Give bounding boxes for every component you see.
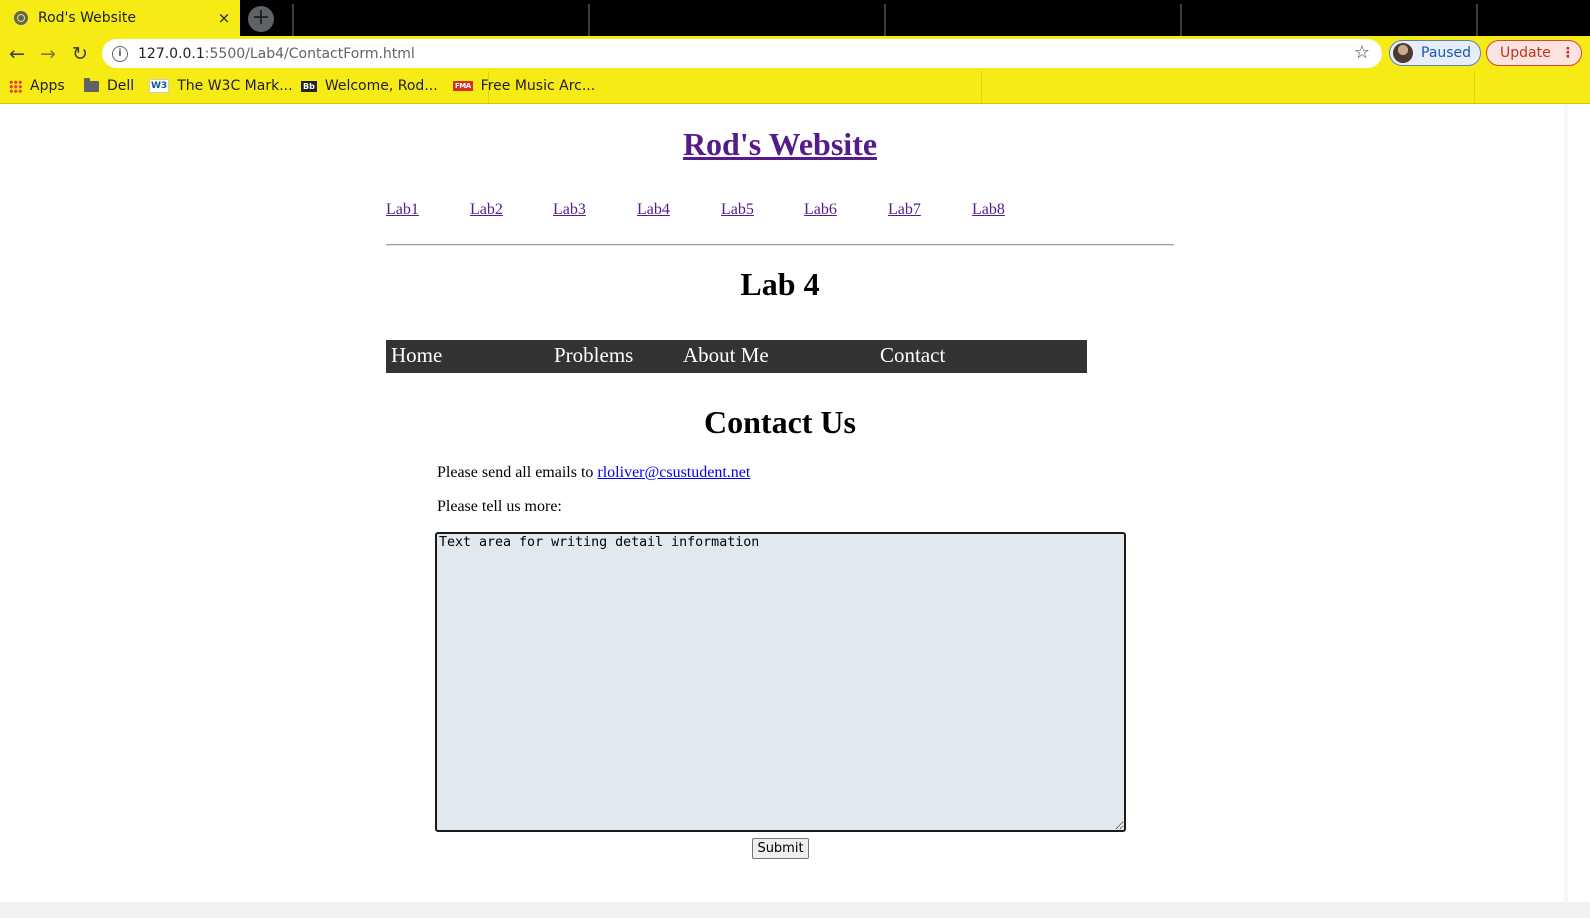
lab5-link[interactable]: Lab5	[721, 201, 754, 219]
lab1-link[interactable]: Lab1	[386, 201, 419, 219]
menu-bar: Home Problems About Me Contact	[386, 340, 1087, 373]
lab2-link[interactable]: Lab2	[470, 201, 503, 219]
bookmark-label: Welcome, Rod...	[324, 78, 438, 94]
tab-separator	[884, 4, 886, 36]
bookmark-w3c[interactable]: W3 The W3C Mark...	[149, 78, 293, 94]
email-link[interactable]: rloliver@csustudent.net	[597, 464, 750, 481]
tell-more-label: Please tell us more:	[437, 498, 562, 515]
fma-icon: FMA	[453, 81, 473, 91]
reload-button[interactable]: ↻	[66, 40, 94, 68]
bookmark-label: Free Music Arc...	[480, 78, 596, 94]
bookmark-separator	[488, 71, 489, 103]
info-icon[interactable]: i	[112, 45, 128, 62]
submit-button[interactable]: Submit	[752, 838, 809, 859]
globe-icon	[14, 11, 28, 25]
tab-strip: Rod's Website × +	[0, 0, 1590, 36]
bookmark-star-icon[interactable]: ☆	[1354, 42, 1370, 63]
blackboard-icon: Bb	[301, 80, 317, 92]
lab3-link[interactable]: Lab3	[553, 201, 586, 219]
bookmark-free-music[interactable]: FMA Free Music Arc...	[453, 78, 595, 94]
folder-icon	[84, 77, 99, 92]
w3c-icon: W3	[149, 79, 170, 93]
bookmark-label: The W3C Mark...	[177, 78, 293, 94]
site-title-link[interactable]: Rod's Website	[683, 126, 877, 162]
email-line: Please send all emails to rloliver@csust…	[437, 464, 750, 482]
tab-title: Rod's Website	[38, 10, 136, 26]
update-button[interactable]: Update ⋮	[1486, 40, 1582, 66]
bookmark-dell[interactable]: Dell	[84, 77, 135, 94]
url-host: 127.0.0.1	[138, 45, 205, 62]
lab7-link[interactable]: Lab7	[888, 201, 921, 219]
active-tab[interactable]: Rod's Website ×	[0, 0, 240, 36]
details-textarea[interactable]	[435, 532, 1126, 832]
lab6-link[interactable]: Lab6	[804, 201, 837, 219]
bookmarks-bar: Apps Dell W3 The W3C Mark... Bb Welcome,…	[0, 71, 1590, 104]
bookmark-label: Apps	[30, 78, 65, 94]
browser-toolbar: ← → ↻ i 127.0.0.1:5500/Lab4/ContactForm.…	[0, 36, 1590, 71]
web-page: Rod's Website Lab1 Lab2 Lab3 Lab4 Lab5 L…	[0, 104, 1590, 902]
lab-heading: Lab 4	[740, 266, 820, 302]
tab-separator	[1180, 4, 1182, 36]
lab4-link[interactable]: Lab4	[637, 201, 670, 219]
menu-about-me[interactable]: About Me	[683, 343, 769, 368]
apps-grid-icon	[9, 79, 22, 93]
email-prefix: Please send all emails to	[437, 464, 598, 481]
site-title: Rod's Website	[0, 126, 1560, 163]
horizontal-rule	[386, 244, 1174, 246]
menu-contact[interactable]: Contact	[880, 343, 945, 368]
lab8-link[interactable]: Lab8	[972, 201, 1005, 219]
bookmark-separator	[981, 71, 982, 103]
bookmark-label: Dell	[107, 78, 135, 94]
close-icon[interactable]: ×	[214, 9, 234, 27]
contact-heading: Contact Us	[704, 404, 856, 440]
kebab-menu-icon: ⋮	[1560, 45, 1575, 61]
avatar	[1393, 43, 1413, 63]
tab-separator	[1476, 4, 1478, 36]
page-bottom-edge	[0, 902, 1590, 918]
back-button[interactable]: ←	[3, 40, 31, 68]
profile-button[interactable]: Paused	[1389, 40, 1481, 66]
update-label: Update	[1500, 45, 1551, 61]
bookmark-apps[interactable]: Apps	[9, 78, 65, 94]
address-bar[interactable]: i 127.0.0.1:5500/Lab4/ContactForm.html ☆	[102, 39, 1382, 68]
bookmark-separator	[1474, 71, 1475, 103]
profile-status: Paused	[1421, 45, 1472, 61]
new-tab-button[interactable]: +	[248, 6, 274, 32]
tab-separator	[292, 4, 294, 36]
menu-home[interactable]: Home	[391, 343, 442, 368]
scrollbar[interactable]	[1564, 104, 1568, 902]
url-path: :5500/Lab4/ContactForm.html	[204, 45, 415, 62]
tab-separator	[588, 4, 590, 36]
forward-button[interactable]: →	[34, 40, 62, 68]
bookmark-welcome[interactable]: Bb Welcome, Rod...	[301, 78, 438, 94]
menu-problems[interactable]: Problems	[554, 343, 633, 368]
